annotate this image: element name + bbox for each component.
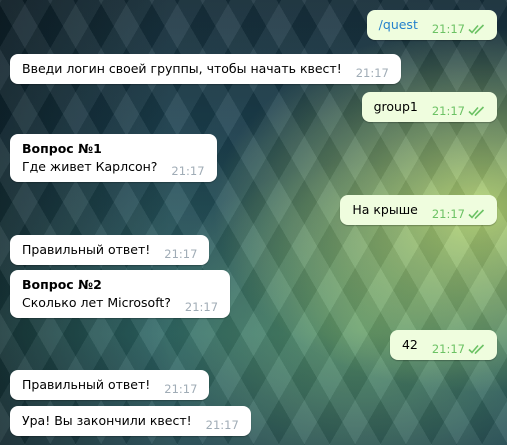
message-text: Правильный ответ! bbox=[22, 242, 151, 257]
message-text: 42 bbox=[401, 337, 418, 352]
message-text: На крыше bbox=[352, 202, 418, 217]
message-outgoing-command[interactable]: /quest 21:17 bbox=[366, 10, 497, 40]
message-time: 21:17 bbox=[431, 22, 465, 36]
message-meta: 21:17 bbox=[164, 247, 197, 261]
message-incoming-question[interactable]: Вопрос №1 Где живет Карлсон? 21:17 bbox=[10, 134, 217, 182]
message-text: Введи логин своей группы, чтобы начать к… bbox=[22, 61, 342, 76]
double-check-icon bbox=[468, 106, 485, 116]
message-incoming-question[interactable]: Вопрос №2 Сколько лет Microsoft? 21:17 bbox=[10, 270, 231, 318]
message-text: Где живет Карлсон? bbox=[22, 159, 158, 174]
double-check-icon bbox=[468, 344, 485, 354]
message-title: Вопрос №2 bbox=[22, 277, 102, 292]
message-time: 21:17 bbox=[355, 66, 389, 80]
message-time: 21:17 bbox=[205, 418, 239, 432]
message-time: 21:17 bbox=[184, 300, 219, 314]
message-time: 21:17 bbox=[431, 207, 465, 221]
message-outgoing[interactable]: 42 21:17 bbox=[389, 330, 497, 360]
message-text: Правильный ответ! bbox=[22, 377, 151, 392]
message-meta: 21:17 bbox=[356, 66, 389, 80]
message-time: 21:17 bbox=[431, 342, 465, 356]
message-text: group1 bbox=[373, 99, 418, 114]
message-incoming[interactable]: Ура! Вы закончили квест! 21:17 bbox=[10, 406, 251, 436]
message-meta: 21:17 bbox=[164, 382, 197, 396]
double-check-icon bbox=[468, 24, 485, 34]
message-time: 21:17 bbox=[171, 164, 205, 178]
message-meta: 21:17 bbox=[432, 22, 485, 36]
double-check-icon bbox=[468, 209, 485, 219]
message-text[interactable]: /quest bbox=[379, 17, 418, 32]
message-time: 21:17 bbox=[164, 382, 198, 396]
message-text: Сколько лет Microsoft? bbox=[22, 295, 171, 310]
message-meta: 21:17 bbox=[206, 418, 239, 432]
message-title: Вопрос №1 bbox=[22, 141, 102, 156]
message-time: 21:17 bbox=[164, 247, 198, 261]
message-meta: 21:17 bbox=[171, 164, 204, 178]
message-incoming[interactable]: Правильный ответ! 21:17 bbox=[10, 370, 210, 400]
message-time: 21:17 bbox=[431, 104, 465, 118]
message-meta: 21:17 bbox=[432, 104, 485, 118]
message-text: Ура! Вы закончили квест! bbox=[22, 413, 192, 428]
message-meta: 21:17 bbox=[432, 342, 485, 356]
message-meta: 21:17 bbox=[185, 300, 218, 314]
message-meta: 21:17 bbox=[432, 207, 485, 221]
message-incoming[interactable]: Введи логин своей группы, чтобы начать к… bbox=[10, 54, 401, 84]
message-outgoing[interactable]: На крыше 21:17 bbox=[340, 195, 497, 225]
message-incoming[interactable]: Правильный ответ! 21:17 bbox=[10, 235, 210, 265]
message-outgoing[interactable]: group1 21:17 bbox=[361, 92, 497, 122]
